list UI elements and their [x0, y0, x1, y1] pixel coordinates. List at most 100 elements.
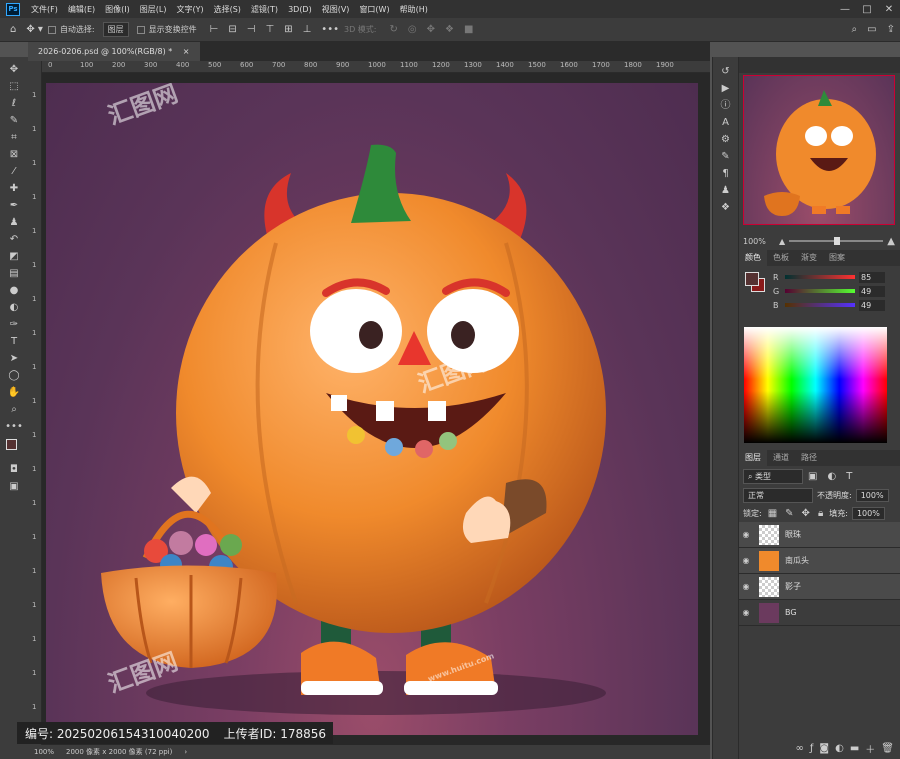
edit-toolbar-icon[interactable]: •••	[3, 418, 25, 435]
filter-pixel-icon[interactable]: ▣	[808, 471, 817, 482]
eyedropper-tool-icon[interactable]: ⁄	[3, 163, 25, 180]
align-right-icon[interactable]: ⊣	[247, 24, 256, 35]
lock-position-icon[interactable]: ✥	[802, 508, 810, 519]
delete-layer-icon[interactable]: 🗑︎	[881, 743, 894, 754]
tab-color[interactable]: 颜色	[739, 250, 767, 266]
show-transform-checkbox[interactable]	[136, 25, 145, 34]
tab-patterns[interactable]: 图案	[823, 250, 851, 266]
menu-type[interactable]: 文字(Y)	[171, 4, 208, 15]
menu-file[interactable]: 文件(F)	[26, 4, 63, 15]
clone-source-panel-icon[interactable]: ♟	[715, 182, 737, 199]
zoom-tool-icon[interactable]: ⌕	[3, 401, 25, 418]
layer-name[interactable]: 眼珠	[785, 529, 801, 540]
align-center-icon[interactable]: ⊟	[228, 24, 236, 35]
adjustments-panel-icon[interactable]: ⚙	[715, 131, 737, 148]
menu-select[interactable]: 选择(S)	[209, 4, 246, 15]
path-select-tool-icon[interactable]: ➤	[3, 350, 25, 367]
brush-tool-icon[interactable]: ✒	[3, 197, 25, 214]
auto-select-dropdown[interactable]: 图层	[102, 22, 129, 37]
gradient-tool-icon[interactable]: ▤	[3, 265, 25, 282]
search-icon[interactable]: ⌕	[852, 24, 858, 35]
paragraph-panel-icon[interactable]: ¶	[715, 165, 737, 182]
auto-select-checkbox[interactable]	[47, 25, 56, 34]
dodge-tool-icon[interactable]: ◐	[3, 299, 25, 316]
screen-mode-icon[interactable]: ▣	[3, 478, 25, 495]
link-layers-icon[interactable]: ∞	[796, 743, 804, 754]
close-button[interactable]: ✕	[878, 4, 900, 15]
menu-window[interactable]: 窗口(W)	[354, 4, 394, 15]
red-slider[interactable]	[785, 275, 855, 279]
eraser-tool-icon[interactable]: ◩	[3, 248, 25, 265]
info-panel-icon[interactable]: ⓘ	[715, 97, 737, 114]
show-transform-option[interactable]: 显示变换控件	[136, 24, 197, 35]
add-mask-icon[interactable]: ◙	[819, 743, 829, 754]
fx-icon[interactable]: ƒ	[810, 743, 814, 754]
panel-foreground-swatch[interactable]	[745, 272, 759, 286]
quick-mask-icon[interactable]: ◘	[3, 461, 25, 478]
align-left-icon[interactable]: ⊢	[210, 24, 219, 35]
menu-edit[interactable]: 编辑(E)	[63, 4, 100, 15]
adjustment-layer-icon[interactable]: ◐	[835, 743, 844, 754]
menu-help[interactable]: 帮助(H)	[395, 4, 433, 15]
document-tab[interactable]: 2026-0206.psd @ 100%(RGB/8) * ×	[28, 42, 200, 61]
menu-filter[interactable]: 滤镜(T)	[246, 4, 283, 15]
character-panel-icon[interactable]: A	[715, 114, 737, 131]
brush-settings-panel-icon[interactable]: ✎	[715, 148, 737, 165]
layer-row[interactable]: ◉ 眼珠	[739, 522, 900, 548]
layer-row[interactable]: ◉ 南瓜头	[739, 548, 900, 574]
navigator-zoom-slider[interactable]	[789, 237, 884, 245]
tab-swatches[interactable]: 色板	[767, 250, 795, 266]
lock-all-icon[interactable]: 🔒︎	[818, 508, 823, 519]
menu-3d[interactable]: 3D(D)	[283, 5, 317, 14]
close-tab-icon[interactable]: ×	[183, 47, 190, 56]
frame-tool-icon[interactable]: ⊠	[3, 146, 25, 163]
stamp-tool-icon[interactable]: ♟	[3, 214, 25, 231]
document-canvas[interactable]: 汇图网 汇图网 汇图网 www.huitu.com	[46, 83, 698, 735]
status-zoom[interactable]: 100%	[34, 748, 54, 756]
hand-tool-icon[interactable]: ✋	[3, 384, 25, 401]
navigator-thumbnail[interactable]	[743, 75, 895, 225]
crop-tool-icon[interactable]: ⌗	[3, 129, 25, 146]
blue-slider[interactable]	[785, 303, 855, 307]
share-icon[interactable]: ⇪	[887, 24, 895, 35]
menu-image[interactable]: 图像(I)	[100, 4, 135, 15]
visibility-eye-icon[interactable]: ◉	[739, 582, 753, 591]
more-options-icon[interactable]: •••	[321, 24, 339, 35]
align-bottom-icon[interactable]: ⊥	[303, 24, 312, 35]
color-spectrum[interactable]	[744, 327, 887, 443]
zoom-out-icon[interactable]: ▲	[779, 237, 785, 246]
red-value[interactable]: 85	[859, 271, 885, 283]
auto-select-option[interactable]: 自动选择:	[47, 24, 95, 35]
layer-name[interactable]: 南瓜头	[785, 555, 809, 566]
layer-name[interactable]: 影子	[785, 581, 801, 592]
opacity-value[interactable]: 100%	[855, 488, 889, 502]
tab-paths[interactable]: 路径	[795, 450, 823, 466]
3d-drag-icon[interactable]: ✥	[427, 24, 435, 35]
visibility-eye-icon[interactable]: ◉	[739, 556, 753, 565]
workspace-icon[interactable]: ▭	[867, 24, 876, 35]
zoom-in-icon[interactable]: ▲	[887, 236, 895, 247]
new-layer-icon[interactable]: ＋	[865, 741, 875, 756]
3d-slide-icon[interactable]: ❖	[445, 24, 454, 35]
visibility-eye-icon[interactable]: ◉	[739, 530, 753, 539]
layer-filter-dropdown[interactable]: ⌕ 类型	[743, 468, 803, 484]
actions-panel-icon[interactable]: ▶	[715, 80, 737, 97]
filter-adjust-icon[interactable]: ◐	[827, 471, 836, 482]
layer-row[interactable]: ◉ 影子	[739, 574, 900, 600]
3d-roll-icon[interactable]: ◎	[408, 24, 417, 35]
align-top-icon[interactable]: ⊤	[265, 24, 274, 35]
blur-tool-icon[interactable]: ●	[3, 282, 25, 299]
foreground-color-swatch[interactable]	[6, 439, 17, 450]
tab-gradients[interactable]: 渐变	[795, 250, 823, 266]
layer-row[interactable]: ◉ BG	[739, 600, 900, 626]
layer-name[interactable]: BG	[785, 608, 797, 617]
3d-panel-icon[interactable]: ❖	[715, 199, 737, 216]
history-brush-tool-icon[interactable]: ↶	[3, 231, 25, 248]
lasso-tool-icon[interactable]: ℓ	[3, 95, 25, 112]
tab-layers[interactable]: 图层	[739, 450, 767, 466]
menu-view[interactable]: 视图(V)	[317, 4, 355, 15]
align-middle-icon[interactable]: ⊞	[284, 24, 292, 35]
marquee-tool-icon[interactable]: ⬚	[3, 78, 25, 95]
move-tool-icon[interactable]: ✥ ▾	[26, 24, 43, 35]
3d-rotate-icon[interactable]: ↻	[390, 24, 398, 35]
